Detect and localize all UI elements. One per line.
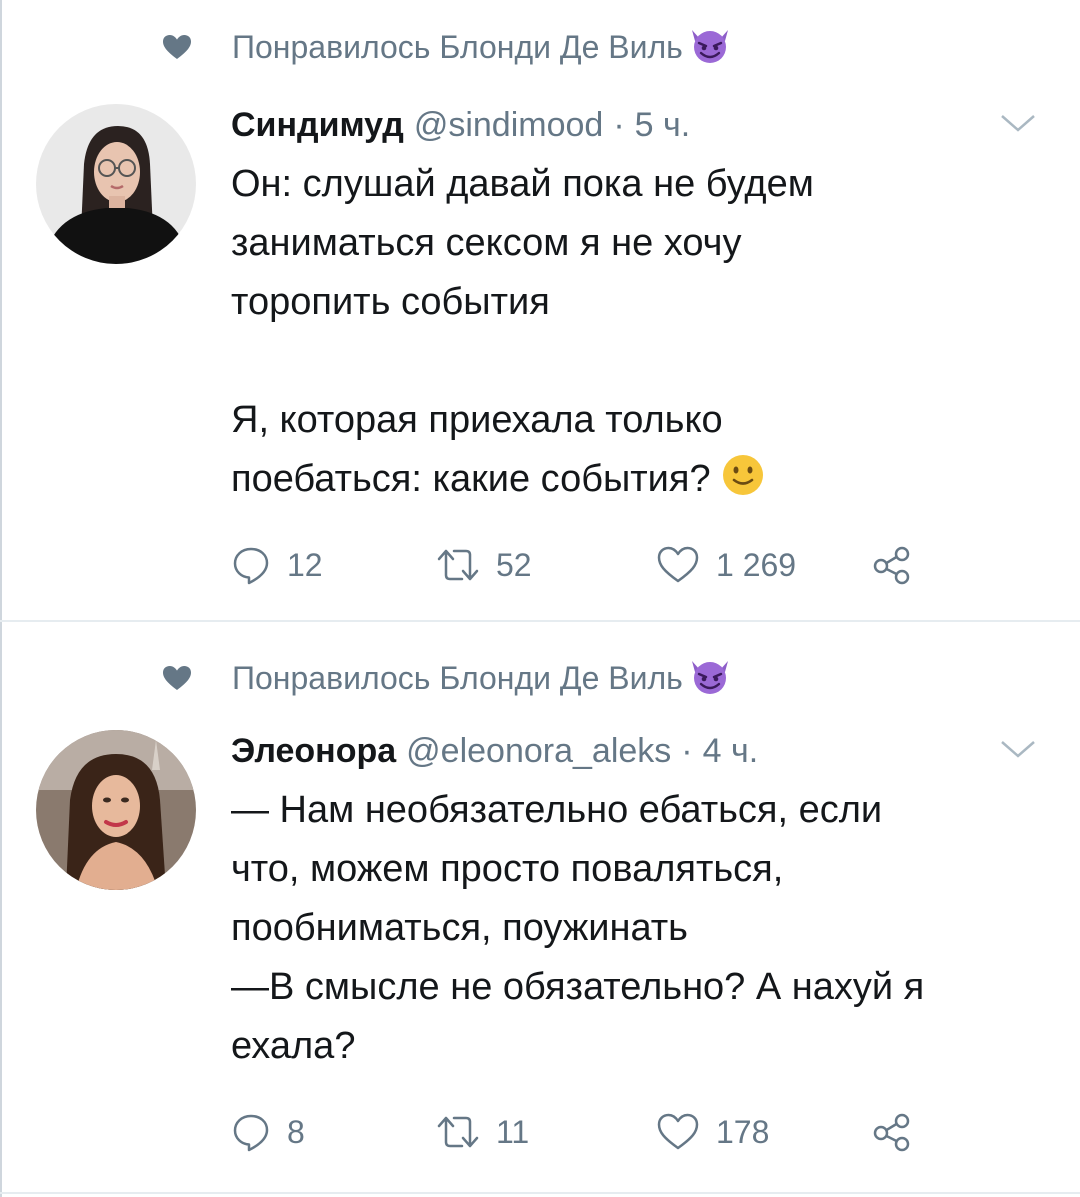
tweet-card[interactable]: Понравилось Блонди Де Виль Синдимуд @sin…	[0, 0, 1080, 622]
tweet-text-line: Он: слушай давай пока не будем	[231, 163, 814, 205]
share-button[interactable]	[871, 1107, 929, 1157]
share-button[interactable]	[871, 540, 929, 590]
tweet-text-line-content: поебаться: какие события?	[231, 458, 711, 500]
like-count: 178	[716, 1113, 770, 1150]
like-button[interactable]: 1 269	[656, 540, 796, 590]
like-button[interactable]: 178	[656, 1107, 769, 1157]
tweet-text-line: — Нам необязательно ебаться, если	[231, 789, 883, 831]
tweet-timestamp[interactable]: 4 ч.	[703, 732, 759, 771]
share-icon	[873, 546, 910, 585]
tweet-text-line: ехала?	[231, 1025, 356, 1067]
retweet-icon	[437, 1116, 479, 1148]
tweet-header: Синдимуд @sindimood · 5 ч.	[231, 100, 690, 150]
smiley-emoji-icon	[721, 453, 765, 515]
tweet-actions: 12 52 1 269	[231, 540, 951, 590]
social-context-text: Понравилось Блонди Де Виль	[232, 28, 683, 65]
tweet-text-line: поебаться: какие события?	[231, 450, 1051, 515]
tweet-text-line: заниматься сексом я не хочу	[231, 222, 742, 264]
retweet-button[interactable]: 52	[436, 540, 532, 590]
reply-bubble-icon	[233, 1114, 269, 1152]
separator-dot: ·	[613, 105, 625, 144]
tweet-text-line: пообниматься, поужинать	[231, 907, 688, 949]
reply-button[interactable]: 8	[231, 1107, 305, 1157]
avatar[interactable]	[36, 730, 196, 890]
tweet-actions: 8 11 178	[231, 1107, 951, 1157]
retweet-count: 11	[496, 1113, 530, 1150]
reply-count: 8	[287, 1113, 305, 1150]
retweet-count: 52	[496, 546, 532, 583]
like-count: 1 269	[716, 546, 797, 583]
author-handle[interactable]: @sindimood	[414, 106, 604, 145]
separator-dot: ·	[681, 731, 693, 770]
heart-outline-icon	[657, 1113, 699, 1150]
tweet-text-line: торопить события	[231, 281, 550, 323]
chevron-down-icon[interactable]	[998, 734, 1038, 764]
reply-count: 12	[287, 546, 323, 583]
tweet-card[interactable]: Понравилось Блонди Де Виль Элеонора @ele…	[0, 623, 1080, 1197]
retweet-icon	[437, 549, 479, 581]
author-handle[interactable]: @eleonora_aleks	[406, 732, 671, 771]
social-context-text: Понравилось Блонди Де Виль	[232, 659, 683, 696]
author-name[interactable]: Элеонора	[231, 732, 396, 771]
tweet-header: Элеонора @eleonora_aleks · 4 ч.	[231, 726, 758, 776]
reply-button[interactable]: 12	[231, 540, 323, 590]
tweet-text: — Нам необязательно ебаться, если что, м…	[231, 781, 1051, 1076]
social-context[interactable]: Понравилось Блонди Де Виль	[160, 22, 731, 72]
tweet-text-line: Я, которая приехала только	[231, 399, 723, 441]
tweet-divider	[0, 620, 1080, 622]
devil-emoji-icon	[689, 26, 731, 69]
retweet-button[interactable]: 11	[436, 1107, 529, 1157]
share-icon	[873, 1113, 910, 1152]
heart-outline-icon	[657, 546, 699, 583]
tweet-timestamp[interactable]: 5 ч.	[635, 106, 691, 145]
tweet-text: Он: слушай давай пока не будем заниматьс…	[231, 155, 1051, 515]
author-name[interactable]: Синдимуд	[231, 106, 404, 145]
tweet-text-line: что, можем просто поваляться,	[231, 848, 784, 890]
tweet-text-line: —В смысле не обязательно? А нахуй я	[231, 966, 925, 1008]
chevron-down-icon[interactable]	[998, 108, 1038, 138]
social-context[interactable]: Понравилось Блонди Де Виль	[160, 653, 731, 703]
avatar[interactable]	[36, 104, 196, 264]
heart-filled-icon	[160, 665, 194, 691]
tweet-text-blank-line	[231, 332, 1051, 391]
tweet-divider	[0, 1192, 1080, 1194]
devil-emoji-icon	[689, 657, 731, 700]
reply-bubble-icon	[233, 547, 269, 585]
heart-filled-icon	[160, 34, 194, 60]
